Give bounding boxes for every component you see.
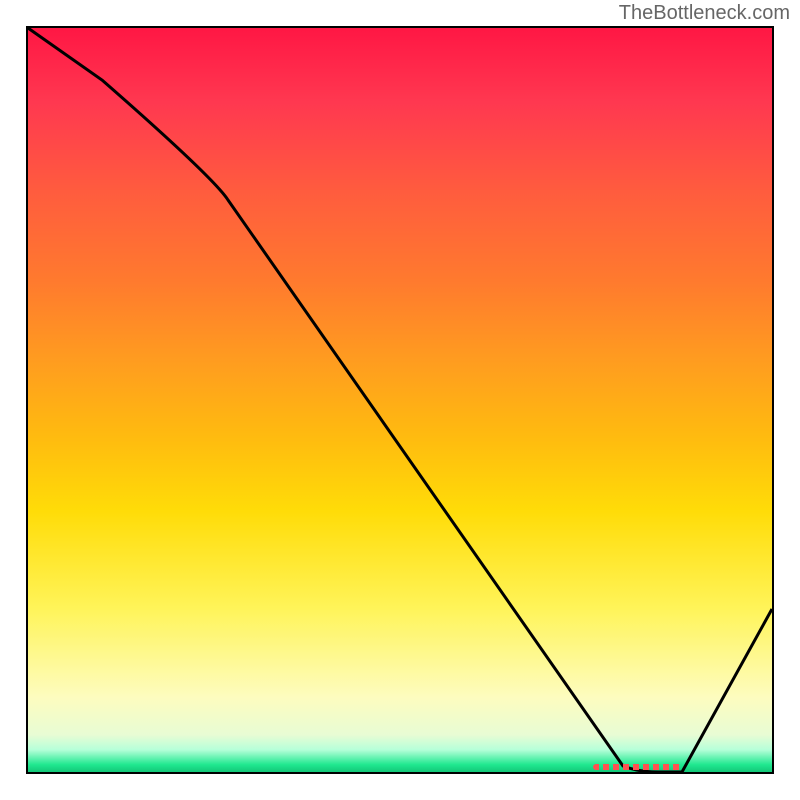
- curve-svg: [28, 28, 772, 772]
- watermark-text: TheBottleneck.com: [619, 2, 790, 25]
- chart-plot-area: [26, 26, 774, 774]
- optimal-range-marker: [593, 764, 683, 770]
- bottleneck-curve-path: [28, 28, 772, 772]
